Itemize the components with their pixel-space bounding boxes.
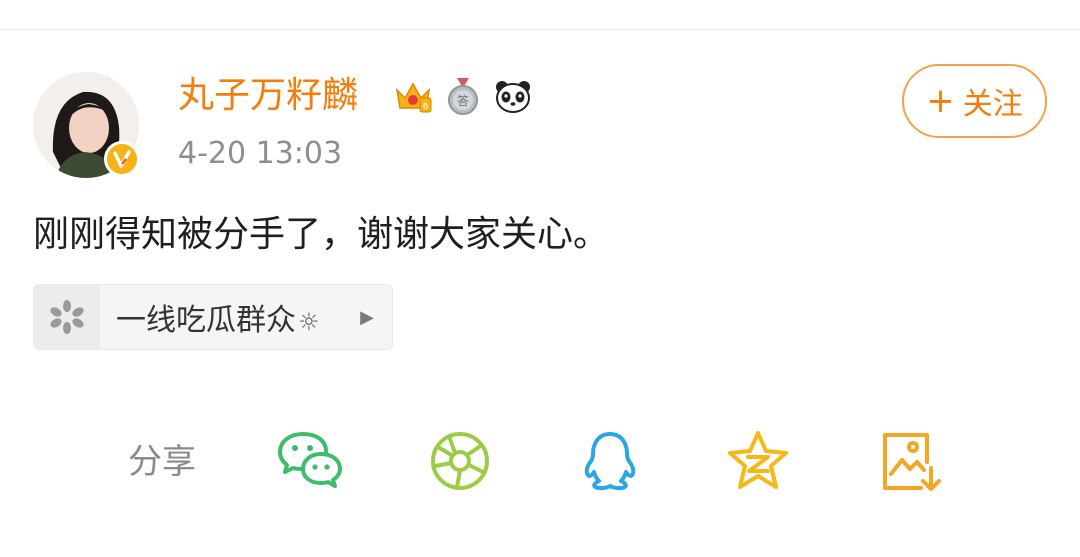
save-image-icon[interactable] [877, 430, 943, 492]
source-name: 一线吃瓜群众 [116, 303, 296, 338]
top-divider [0, 29, 1080, 30]
v-verified-icon [109, 146, 135, 172]
qq-icon[interactable] [577, 430, 643, 492]
source-logo [34, 285, 100, 349]
wechat-icon[interactable] [277, 430, 343, 492]
post-text: 刚刚得知被分手了，谢谢大家关心。 [33, 214, 610, 255]
panda-icon[interactable] [493, 76, 533, 116]
source-chip[interactable]: 一线吃瓜群众☼ ▶ [33, 284, 393, 350]
svg-text:答: 答 [457, 93, 469, 108]
chevron-right-icon: ▶ [360, 306, 374, 328]
flower-icon [50, 300, 84, 334]
follow-button[interactable]: + 关注 [902, 64, 1047, 138]
sun-icon: ☼ [298, 308, 320, 336]
plus-icon: + [926, 81, 955, 121]
qzone-icon[interactable] [725, 430, 791, 492]
follow-button-label: 关注 [962, 87, 1023, 122]
post-timestamp: 4-20 13:03 [178, 136, 343, 171]
svg-text:6: 6 [423, 102, 429, 112]
answer-medal-icon[interactable]: 答 [443, 76, 483, 116]
verified-badge [104, 141, 140, 177]
username[interactable]: 丸子万籽麟 [178, 74, 358, 118]
crown-badge-icon[interactable]: 6 [393, 76, 433, 116]
user-badges: 6 答 [393, 74, 533, 118]
moments-icon[interactable] [427, 430, 493, 492]
share-label: 分享 [128, 442, 196, 482]
source-label: 一线吃瓜群众☼ [116, 295, 320, 339]
